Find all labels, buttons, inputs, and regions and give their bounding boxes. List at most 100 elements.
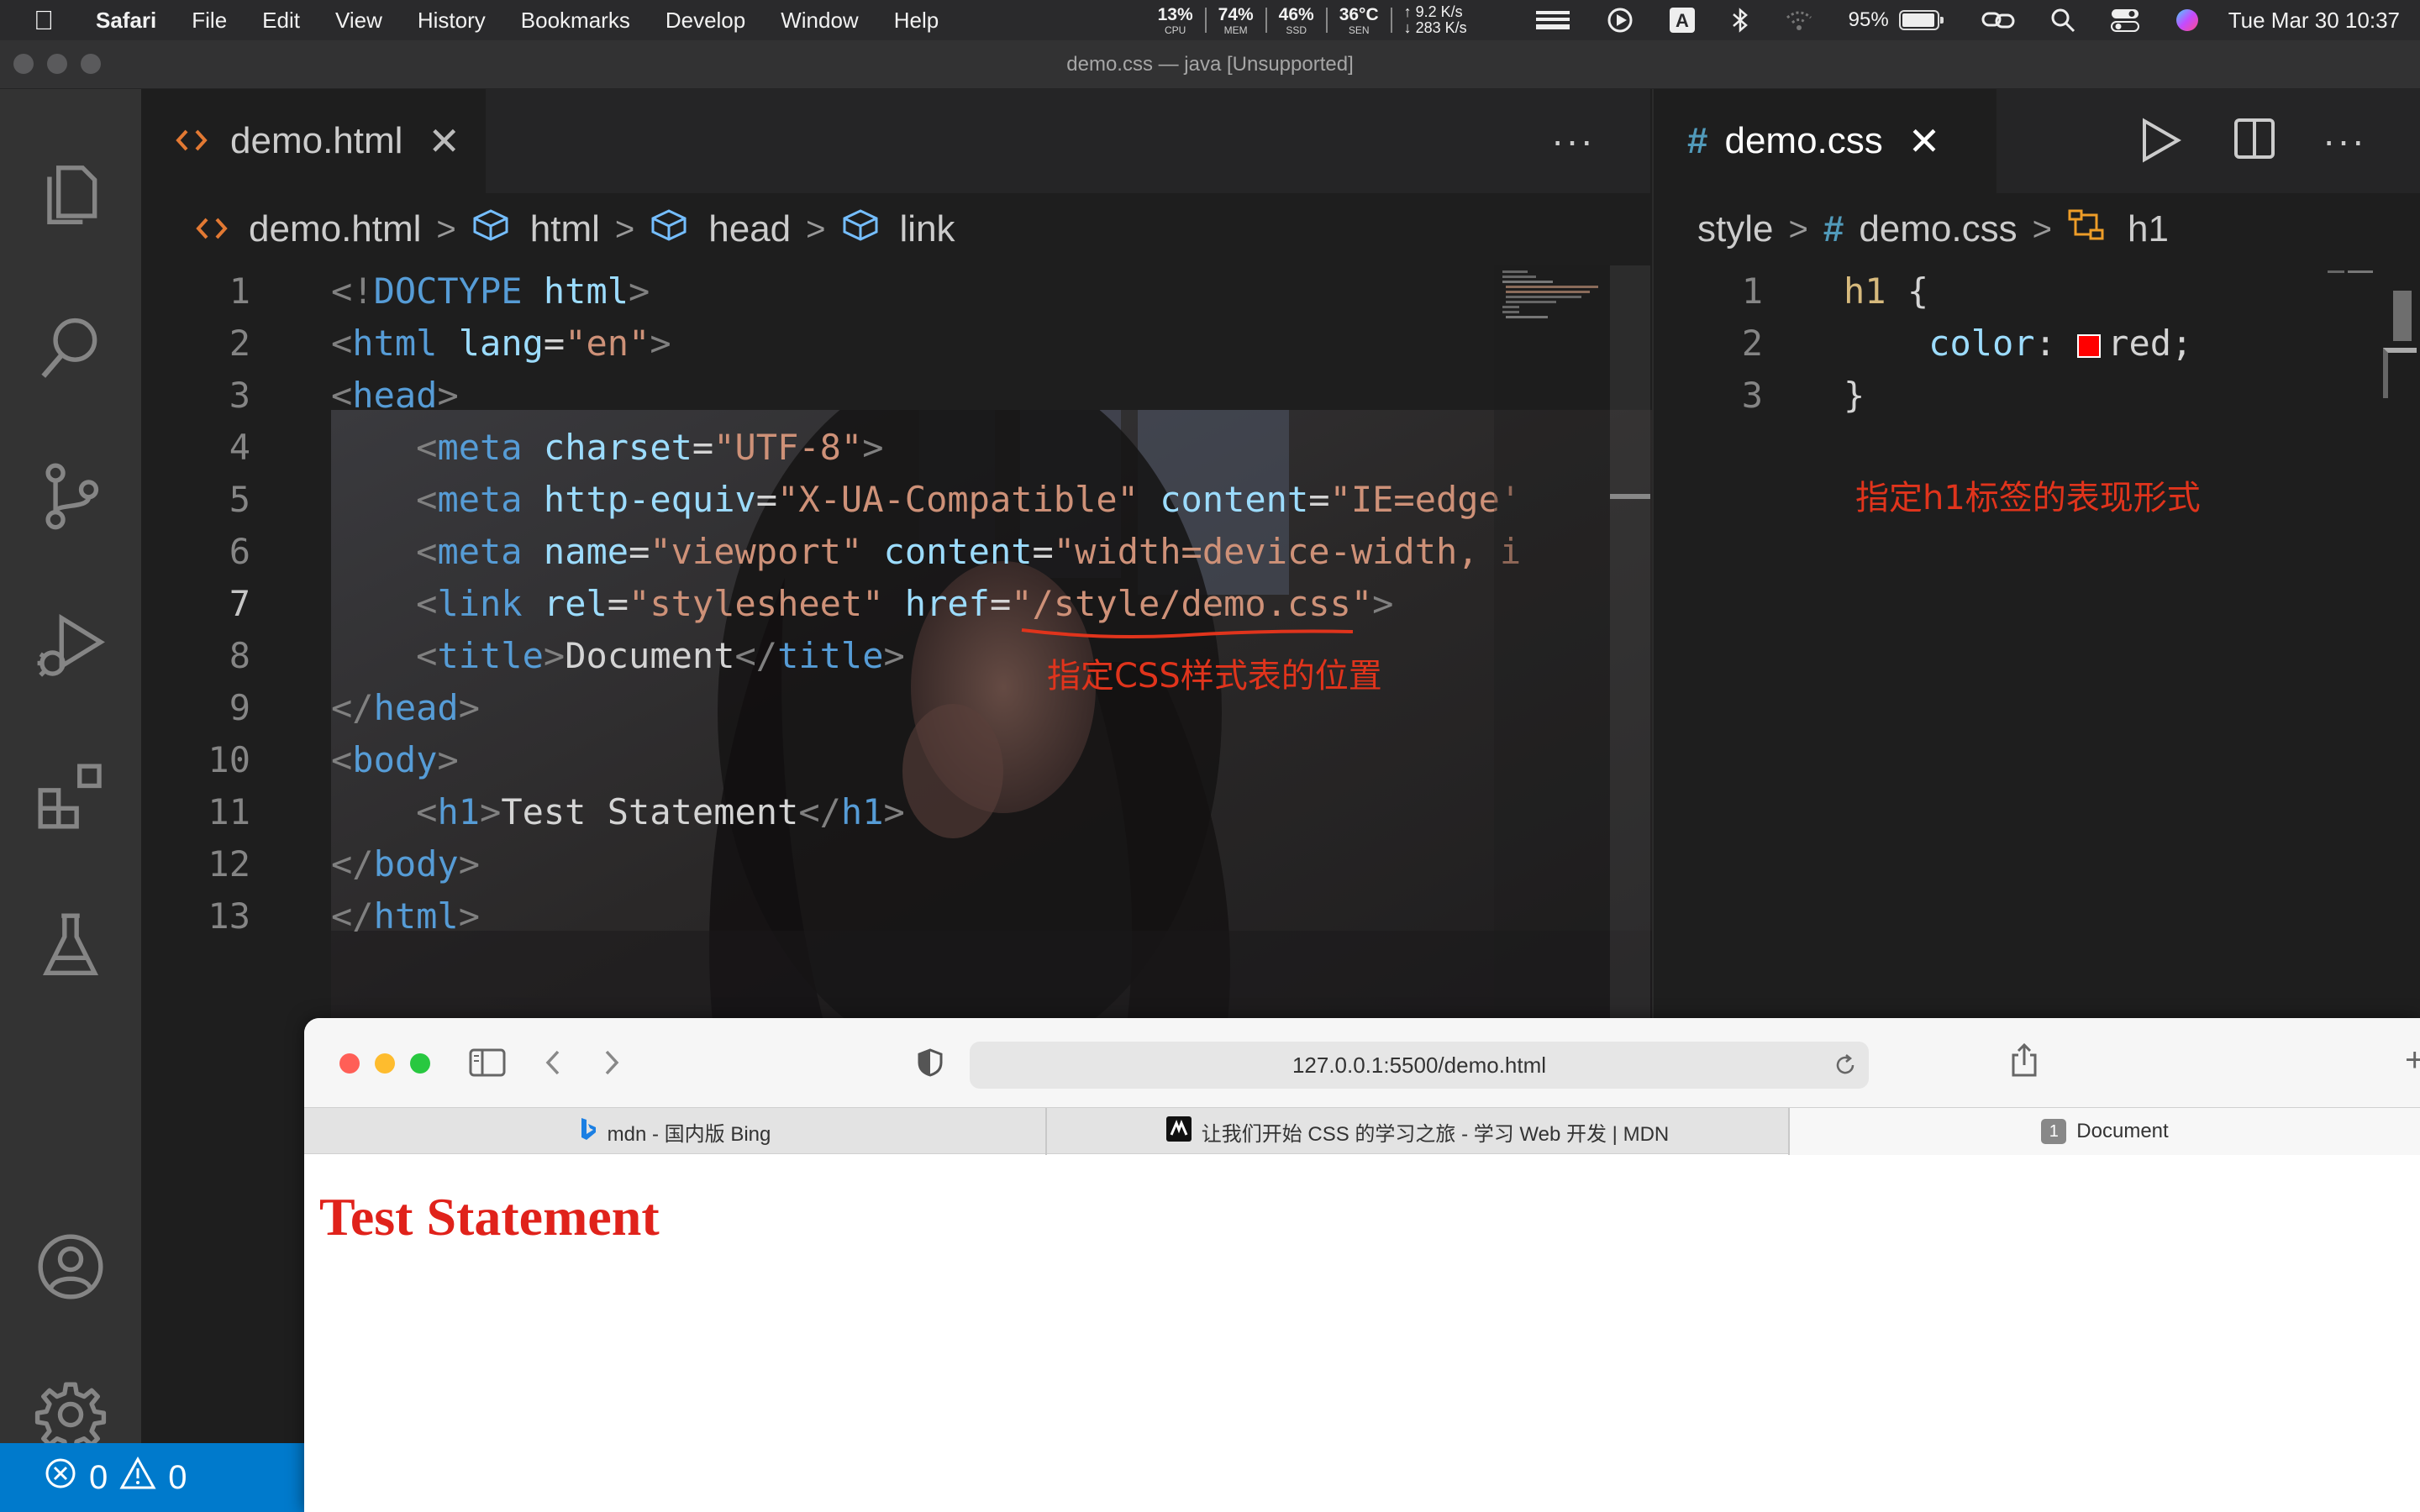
line-number: 6 xyxy=(229,531,250,572)
share-icon[interactable] xyxy=(2010,1042,2039,1083)
privacy-shield-icon[interactable] xyxy=(918,1048,943,1081)
new-tab-icon[interactable]: + xyxy=(2405,1042,2420,1079)
code-line[interactable]: <meta charset="UTF-8"> xyxy=(331,422,883,474)
tab-document[interactable]: 1 Document xyxy=(1790,1108,2420,1155)
apple-menu-icon[interactable]:  xyxy=(34,5,67,36)
spotlight-search-icon[interactable] xyxy=(2050,8,2075,33)
tab-label: Document xyxy=(2076,1120,2169,1142)
code-line[interactable]: </body> xyxy=(331,838,480,890)
menu-window[interactable]: Window xyxy=(781,8,858,34)
search-icon[interactable] xyxy=(0,296,141,396)
tab-label: 让我们开始 CSS 的学习之旅 - 学习 Web 开发 | MDN xyxy=(1201,1122,1670,1146)
breadcrumb-link[interactable]: link xyxy=(900,208,955,250)
network-stat[interactable]: ↑ 9.2 K/s ↓ 283 K/s xyxy=(1404,4,1467,36)
link-icon[interactable] xyxy=(1981,8,2015,32)
code-line[interactable]: <h1>Test Statement</h1> xyxy=(331,786,905,838)
code-line[interactable]: color: red; xyxy=(1844,318,2192,370)
error-count[interactable]: 0 xyxy=(89,1459,108,1497)
color-swatch[interactable] xyxy=(2077,333,2102,358)
code-line[interactable]: <meta name="viewport" content="width=dev… xyxy=(331,526,1521,578)
editor-scrollbar[interactable] xyxy=(1610,265,1650,1072)
extensions-icon[interactable] xyxy=(0,746,141,847)
code-line[interactable]: </html> xyxy=(331,890,480,942)
tab-bing[interactable]: mdn - 国内版 Bing xyxy=(304,1108,1045,1155)
svg-text:A: A xyxy=(1676,10,1689,31)
code-line[interactable]: h1 { xyxy=(1844,265,1928,318)
code-line[interactable]: <html lang="en"> xyxy=(331,318,671,370)
sidebar-toggle-icon[interactable] xyxy=(469,1048,506,1081)
code-line[interactable]: </head> xyxy=(331,682,480,734)
more-actions-icon[interactable]: ··· xyxy=(1551,118,1595,163)
close-tab-icon[interactable]: ✕ xyxy=(1908,118,1941,164)
input-source-icon[interactable]: A xyxy=(1669,7,1696,34)
testing-flask-icon[interactable] xyxy=(0,895,141,996)
siri-icon[interactable] xyxy=(2175,8,2200,33)
accounts-icon[interactable] xyxy=(0,1216,141,1317)
close-window-button[interactable] xyxy=(339,1053,360,1074)
sensor-stat[interactable]: 36°C SEN xyxy=(1339,6,1379,35)
line-number: 13 xyxy=(208,895,250,937)
ssd-stat[interactable]: 46% SSD xyxy=(1279,6,1314,35)
run-debug-icon[interactable] xyxy=(0,595,141,696)
code-line[interactable]: } xyxy=(1844,370,1865,422)
menu-help[interactable]: Help xyxy=(894,8,939,34)
explorer-icon[interactable] xyxy=(0,144,141,245)
window-controls[interactable] xyxy=(339,1053,430,1074)
address-bar[interactable]: 127.0.0.1:5500/demo.html xyxy=(970,1042,1869,1089)
minimize-window-button[interactable] xyxy=(375,1053,395,1074)
minimap-right[interactable] xyxy=(2326,265,2393,291)
window-controls-inactive[interactable] xyxy=(13,54,101,74)
overview-ruler xyxy=(2383,348,2417,398)
menu-view[interactable]: View xyxy=(335,8,382,34)
cpu-stat[interactable]: 13% CPU xyxy=(1158,6,1193,35)
control-center-icon[interactable] xyxy=(2110,8,2139,33)
code-line[interactable]: <title>Document</title> xyxy=(331,630,905,682)
breadcrumb-html[interactable]: html xyxy=(530,208,600,250)
warning-icon[interactable] xyxy=(119,1456,156,1499)
tab-mdn[interactable]: 让我们开始 CSS 的学习之旅 - 学习 Web 开发 | MDN xyxy=(1047,1108,1788,1155)
breadcrumb-head[interactable]: head xyxy=(708,208,791,250)
code-line[interactable]: <meta http-equiv="X-UA-Compatible" conte… xyxy=(331,474,1521,526)
menu-develop[interactable]: Develop xyxy=(666,8,745,34)
source-control-icon[interactable] xyxy=(0,445,141,546)
run-icon[interactable] xyxy=(2139,118,2182,167)
battery-icon[interactable] xyxy=(1898,10,1944,30)
breadcrumb-folder[interactable]: style xyxy=(1697,208,1773,250)
code-line[interactable]: <body> xyxy=(331,734,459,786)
forward-icon[interactable] xyxy=(602,1048,622,1081)
minimap[interactable] xyxy=(1494,265,1610,1072)
breadcrumb-file[interactable]: demo.css xyxy=(1859,208,2017,250)
bluetooth-icon[interactable] xyxy=(1731,7,1749,34)
menu-bookmarks[interactable]: Bookmarks xyxy=(521,8,630,34)
bookshelf-icon[interactable] xyxy=(1534,8,1571,33)
breadcrumb-selector[interactable]: h1 xyxy=(2128,208,2169,250)
menu-app-safari[interactable]: Safari xyxy=(96,8,156,34)
tab-demo-css[interactable]: # demo.css ✕ xyxy=(1654,89,1996,193)
code-line[interactable]: <!DOCTYPE html> xyxy=(331,265,650,318)
menu-file[interactable]: File xyxy=(192,8,227,34)
menu-history[interactable]: History xyxy=(418,8,486,34)
close-tab-icon[interactable]: ✕ xyxy=(428,118,460,164)
wifi-icon[interactable] xyxy=(1785,9,1813,31)
code-line[interactable]: <head> xyxy=(331,370,459,422)
back-icon[interactable] xyxy=(543,1048,563,1081)
menubar-status-area: 13% CPU 74% MEM 46% SSD 36°C SEN ↑ 9.2 K/s ↓… xyxy=(1158,0,2400,40)
play-circle-icon[interactable] xyxy=(1607,7,1634,34)
zoom-window-button[interactable] xyxy=(410,1053,430,1074)
warning-count[interactable]: 0 xyxy=(168,1459,187,1497)
mem-stat[interactable]: 74% MEM xyxy=(1218,6,1254,35)
url-text: 127.0.0.1:5500/demo.html xyxy=(1292,1052,1547,1078)
more-actions-icon[interactable]: ··· xyxy=(2323,118,2366,163)
net-download: ↓ 283 K/s xyxy=(1403,19,1467,36)
breadcrumb-file[interactable]: demo.html xyxy=(249,208,421,250)
split-editor-icon[interactable] xyxy=(2233,118,2275,164)
menubar-clock[interactable]: Tue Mar 30 10:37 xyxy=(2228,8,2400,34)
scrollbar-thumb-right[interactable] xyxy=(2393,291,2412,341)
line-number: 9 xyxy=(229,687,250,728)
error-icon[interactable] xyxy=(44,1457,77,1499)
tab-demo-html[interactable]: demo.html ✕ xyxy=(141,89,486,193)
chevron-right-icon: > xyxy=(2032,210,2052,248)
editor-tabs-left: demo.html ✕ ··· xyxy=(141,89,1650,193)
reload-icon[interactable] xyxy=(1833,1053,1857,1083)
menu-edit[interactable]: Edit xyxy=(262,8,300,34)
